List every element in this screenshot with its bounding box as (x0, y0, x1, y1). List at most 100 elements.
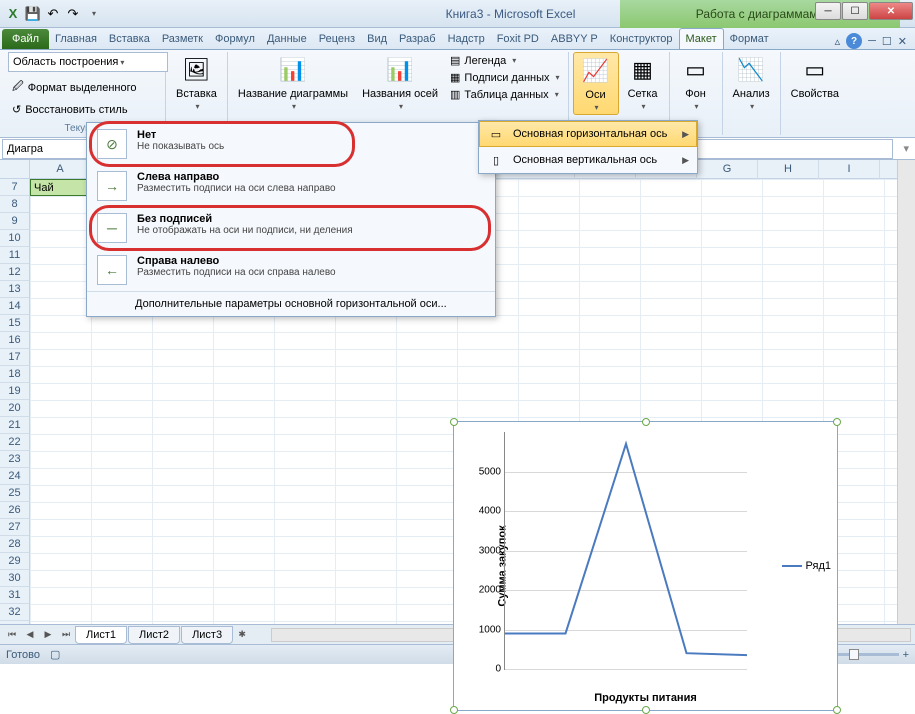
chart-handle[interactable] (450, 706, 458, 714)
axis-option-no-labels[interactable]: ─ Без подписей Не отображать на оси ни п… (87, 207, 495, 249)
chart-title-button[interactable]: 📊 Название диаграммы (232, 52, 354, 113)
chart-object[interactable]: Сумма закупок Продукты питания 010002000… (453, 421, 838, 711)
row-header[interactable]: 24 (0, 468, 29, 485)
ribbon-min-icon[interactable]: ▵ (835, 35, 841, 48)
tab-home[interactable]: Главная (49, 29, 103, 49)
tab-layout-chart[interactable]: Макет (679, 28, 724, 49)
doc-minimize-icon[interactable]: ─ (868, 35, 876, 47)
name-box[interactable]: Диагра (2, 139, 88, 159)
tab-data[interactable]: Данные (261, 29, 313, 49)
new-sheet-button[interactable]: ✱ (234, 627, 250, 643)
tab-developer[interactable]: Разраб (393, 29, 442, 49)
row-header[interactable]: 7 (0, 179, 29, 196)
row-header[interactable]: 21 (0, 417, 29, 434)
row-header[interactable]: 12 (0, 264, 29, 281)
axis-option-ltr[interactable]: → Слева направо Разместить подписи на ос… (87, 165, 495, 207)
axis-option-none[interactable]: ⊘ Нет Не показывать ось (87, 123, 495, 165)
axis-more-options[interactable]: Дополнительные параметры основной горизо… (87, 291, 495, 316)
tab-foxit[interactable]: Foxit PD (491, 29, 545, 49)
sheet-tab-1[interactable]: Лист1 (75, 626, 127, 644)
row-header[interactable]: 13 (0, 281, 29, 298)
row-header[interactable]: 28 (0, 536, 29, 553)
row-header[interactable]: 23 (0, 451, 29, 468)
chart-element-combo[interactable]: Область построения (8, 52, 168, 72)
expand-formula-icon[interactable]: ▾ (897, 142, 915, 155)
excel-icon[interactable]: X (4, 5, 22, 23)
doc-restore-icon[interactable]: ☐ (882, 35, 892, 48)
tab-view[interactable]: Вид (361, 29, 393, 49)
chart-plot-area[interactable]: 010002000300040005000 (504, 432, 747, 670)
background-button[interactable]: ▭ Фон (674, 52, 718, 113)
chart-x-axis-title[interactable]: Продукты питания (594, 692, 697, 704)
data-labels-button[interactable]: ▦Подписи данных (446, 69, 564, 86)
row-header[interactable]: 26 (0, 502, 29, 519)
minimize-button[interactable]: ─ (815, 2, 841, 20)
tab-layout[interactable]: Разметк (156, 29, 209, 49)
row-header[interactable]: 20 (0, 400, 29, 417)
vertical-scrollbar[interactable] (897, 160, 915, 624)
row-header[interactable]: 16 (0, 332, 29, 349)
chart-handle[interactable] (642, 706, 650, 714)
properties-button[interactable]: ▭ Свойства (785, 52, 845, 102)
row-header[interactable]: 9 (0, 213, 29, 230)
maximize-button[interactable]: ☐ (842, 2, 868, 20)
chart-handle[interactable] (642, 418, 650, 426)
row-header[interactable]: 8 (0, 196, 29, 213)
primary-horizontal-axis-item[interactable]: ▭ Основная горизонтальная ось ▶ (479, 121, 697, 147)
row-header[interactable]: 15 (0, 315, 29, 332)
sheet-nav-last[interactable]: ⏭ (58, 627, 74, 643)
qat-customize-icon[interactable] (84, 5, 102, 23)
macro-record-icon[interactable]: ▢ (50, 648, 60, 661)
legend-button[interactable]: ▤Легенда (446, 52, 564, 69)
row-header[interactable]: 10 (0, 230, 29, 247)
sheet-nav-next[interactable]: ▶ (40, 627, 56, 643)
chart-line-series[interactable] (505, 432, 747, 669)
col-header[interactable]: H (758, 160, 819, 179)
row-header[interactable]: 17 (0, 349, 29, 366)
doc-close-icon[interactable]: ✕ (898, 35, 907, 48)
chart-legend[interactable]: Ряд1 (782, 560, 831, 572)
zoom-in-button[interactable]: + (903, 649, 909, 661)
row-header[interactable]: 19 (0, 383, 29, 400)
tab-review[interactable]: Реценз (313, 29, 361, 49)
col-header[interactable]: I (819, 160, 880, 179)
axis-titles-button[interactable]: 📊 Названия осей (356, 52, 444, 113)
sheet-nav-first[interactable]: ⏮ (4, 627, 20, 643)
reset-style-button[interactable]: ↺Восстановить стиль (8, 101, 161, 118)
tab-formulas[interactable]: Формул (209, 29, 261, 49)
redo-icon[interactable]: ↷ (64, 5, 82, 23)
chart-handle[interactable] (833, 418, 841, 426)
format-selection-button[interactable]: 🖉Формат выделенного (8, 76, 161, 99)
data-table-button[interactable]: ▥Таблица данных (446, 86, 564, 103)
tab-addins[interactable]: Надстр (442, 29, 491, 49)
row-header[interactable]: 14 (0, 298, 29, 315)
chart-handle[interactable] (833, 706, 841, 714)
row-header[interactable]: 22 (0, 434, 29, 451)
chart-handle[interactable] (450, 418, 458, 426)
row-header[interactable]: 31 (0, 587, 29, 604)
primary-vertical-axis-item[interactable]: ▯ Основная вертикальная ось ▶ (479, 147, 697, 173)
row-header[interactable]: 32 (0, 604, 29, 621)
select-all-corner[interactable] (0, 160, 30, 179)
sheet-tab-2[interactable]: Лист2 (128, 626, 180, 644)
tab-design[interactable]: Конструктор (604, 29, 679, 49)
sheet-tab-3[interactable]: Лист3 (181, 626, 233, 644)
row-header[interactable]: 11 (0, 247, 29, 264)
save-icon[interactable]: 💾 (24, 5, 42, 23)
analysis-button[interactable]: 📉 Анализ (727, 52, 776, 113)
tab-format[interactable]: Формат (724, 29, 775, 49)
tab-abbyy[interactable]: ABBYY P (545, 29, 604, 49)
file-tab[interactable]: Файл (2, 29, 49, 49)
close-button[interactable]: ✕ (869, 2, 913, 20)
cell-a7[interactable]: Чай (30, 179, 91, 196)
row-header[interactable]: 25 (0, 485, 29, 502)
tab-insert[interactable]: Вставка (103, 29, 156, 49)
col-header[interactable]: G (697, 160, 758, 179)
col-header[interactable]: A (30, 160, 91, 179)
axes-button[interactable]: 📈 Оси (573, 52, 619, 115)
help-icon[interactable]: ? (846, 33, 862, 49)
insert-button[interactable]: 🖼 Вставка (170, 52, 223, 113)
row-header[interactable]: 30 (0, 570, 29, 587)
sheet-nav-prev[interactable]: ◀ (22, 627, 38, 643)
gridlines-button[interactable]: ▦ Сетка (621, 52, 665, 113)
